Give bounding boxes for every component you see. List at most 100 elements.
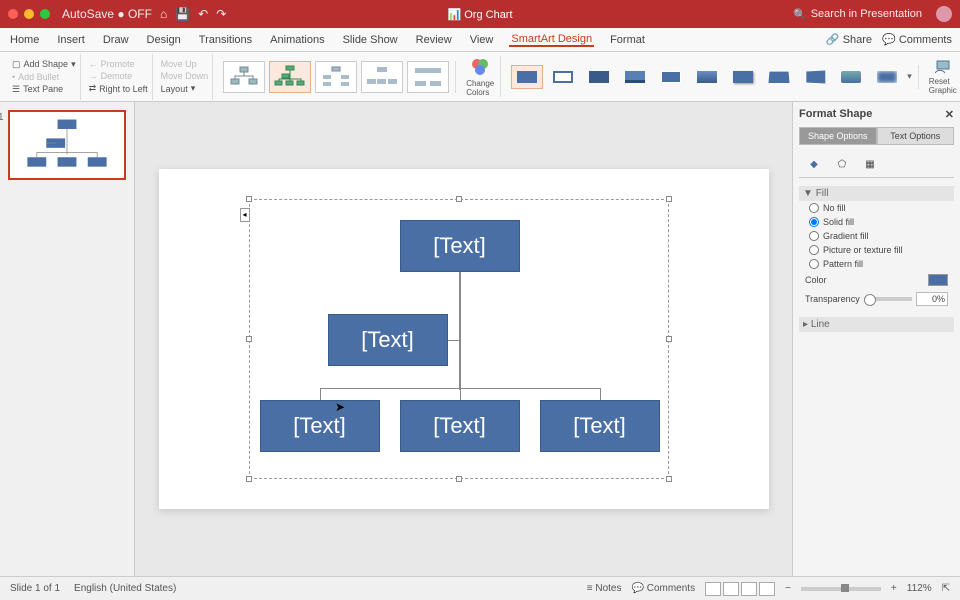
tab-home[interactable]: Home: [8, 34, 41, 46]
smartart-selection[interactable]: ◂ [Text] [Text] [Text] [Text] [Text]: [249, 199, 669, 479]
slide-thumbnail-1[interactable]: 1: [8, 110, 126, 180]
zoom-in-button[interactable]: +: [891, 583, 897, 594]
style-option-9[interactable]: [799, 65, 831, 89]
slide-indicator[interactable]: Slide 1 of 1: [10, 583, 60, 594]
undo-icon[interactable]: ↶: [198, 7, 208, 21]
tab-draw[interactable]: Draw: [101, 34, 131, 46]
fit-to-window-button[interactable]: ⇱: [942, 583, 950, 594]
style-option-5[interactable]: [655, 65, 687, 89]
style-gallery-more[interactable]: ▾: [907, 71, 912, 82]
slide[interactable]: ◂ [Text] [Text] [Text] [Text] [Text]: [159, 169, 769, 509]
text-pane-button[interactable]: ☰ Text Pane: [12, 84, 76, 95]
zoom-out-button[interactable]: −: [785, 583, 791, 594]
layout-option-3[interactable]: [315, 61, 357, 93]
layout-button[interactable]: Layout ▾: [161, 83, 209, 94]
comments-button[interactable]: 💬 Comments: [882, 33, 952, 46]
redo-icon[interactable]: ↷: [216, 7, 226, 21]
org-node-child-1[interactable]: [Text]: [260, 400, 380, 452]
layout-option-4[interactable]: [361, 61, 403, 93]
transparency-value[interactable]: 0%: [916, 292, 948, 306]
tab-transitions[interactable]: Transitions: [197, 34, 254, 46]
tab-slideshow[interactable]: Slide Show: [341, 34, 400, 46]
sorter-view-button[interactable]: [723, 582, 739, 596]
tab-design[interactable]: Design: [145, 34, 183, 46]
shape-options-tab[interactable]: Shape Options: [799, 127, 877, 145]
statusbar: Slide 1 of 1 English (United States) ≡ N…: [0, 576, 960, 600]
add-shape-button[interactable]: ▢ Add Shape ▾: [12, 59, 76, 70]
org-node-assistant[interactable]: [Text]: [328, 314, 448, 366]
no-fill-radio[interactable]: No fill: [799, 201, 954, 215]
pattern-fill-radio[interactable]: Pattern fill: [799, 257, 954, 271]
normal-view-button[interactable]: [705, 582, 721, 596]
comments-status-button[interactable]: 💬 Comments: [631, 583, 695, 594]
minimize-icon[interactable]: [24, 9, 34, 19]
text-pane-toggle[interactable]: ◂: [240, 208, 250, 222]
style-gallery: ▾: [505, 65, 919, 89]
picture-fill-radio[interactable]: Picture or texture fill: [799, 243, 954, 257]
resize-handle[interactable]: [456, 196, 462, 202]
window-controls[interactable]: [8, 9, 50, 19]
user-avatar[interactable]: [936, 6, 952, 22]
tab-view[interactable]: View: [468, 34, 496, 46]
tab-smartart-design[interactable]: SmartArt Design: [509, 33, 594, 47]
resize-handle[interactable]: [666, 196, 672, 202]
zoom-slider[interactable]: [801, 587, 881, 591]
home-icon[interactable]: ⌂: [160, 7, 167, 21]
style-option-1[interactable]: [511, 65, 543, 89]
search-box[interactable]: 🔍 Search in Presentation: [787, 6, 928, 23]
connector-line: [460, 388, 461, 400]
fill-section-header[interactable]: ▼ Fill: [799, 186, 954, 201]
style-option-4[interactable]: [619, 65, 651, 89]
style-option-11[interactable]: [871, 65, 903, 89]
zoom-level[interactable]: 112%: [907, 583, 932, 594]
gradient-fill-radio[interactable]: Gradient fill: [799, 229, 954, 243]
notes-button[interactable]: ≡ Notes: [587, 583, 622, 594]
tab-animations[interactable]: Animations: [268, 34, 326, 46]
resize-handle[interactable]: [666, 476, 672, 482]
fill-line-icon[interactable]: ◆: [805, 155, 823, 173]
org-node-child-3[interactable]: [Text]: [540, 400, 660, 452]
tab-insert[interactable]: Insert: [55, 34, 87, 46]
resize-handle[interactable]: [456, 476, 462, 482]
style-option-3[interactable]: [583, 65, 615, 89]
solid-fill-radio[interactable]: Solid fill: [799, 215, 954, 229]
close-icon[interactable]: [8, 9, 18, 19]
style-option-2[interactable]: [547, 65, 579, 89]
move-down-button: Move Down: [161, 71, 209, 81]
resize-handle[interactable]: [246, 476, 252, 482]
layout-option-5[interactable]: [407, 61, 449, 93]
layout-option-2[interactable]: [269, 61, 311, 93]
autosave-toggle[interactable]: AutoSave ● OFF: [62, 7, 152, 21]
effects-icon[interactable]: ⬠: [833, 155, 851, 173]
org-node-root[interactable]: [Text]: [400, 220, 520, 272]
style-option-10[interactable]: [835, 65, 867, 89]
line-section-header[interactable]: ▸ Line: [799, 317, 954, 332]
ribbon-group-hierarchy: ← Promote → Demote ⇄ Right to Left: [85, 54, 153, 100]
reset-graphic-button[interactable]: Reset Graphic: [929, 59, 957, 95]
maximize-icon[interactable]: [40, 9, 50, 19]
resize-handle[interactable]: [666, 336, 672, 342]
reading-view-button[interactable]: [741, 582, 757, 596]
resize-handle[interactable]: [246, 196, 252, 202]
demote-button: → Demote: [89, 71, 148, 81]
text-options-tab[interactable]: Text Options: [877, 127, 955, 145]
right-to-left-button[interactable]: ⇄ Right to Left: [89, 83, 148, 94]
resize-handle[interactable]: [246, 336, 252, 342]
tab-format[interactable]: Format: [608, 34, 647, 46]
style-option-6[interactable]: [691, 65, 723, 89]
share-button[interactable]: 🔗 Share: [826, 33, 872, 46]
language-indicator[interactable]: English (United States): [74, 583, 176, 594]
style-option-8[interactable]: [763, 65, 795, 89]
color-picker[interactable]: [928, 274, 948, 286]
tab-review[interactable]: Review: [414, 34, 454, 46]
close-pane-icon[interactable]: ✕: [945, 108, 954, 121]
transparency-slider[interactable]: [864, 297, 912, 301]
slideshow-view-button[interactable]: [759, 582, 775, 596]
canvas[interactable]: ◂ [Text] [Text] [Text] [Text] [Text] ➤: [135, 102, 792, 576]
save-icon[interactable]: 💾: [175, 7, 190, 21]
change-colors-button[interactable]: Change Colors: [460, 56, 501, 97]
size-properties-icon[interactable]: ▦: [861, 155, 879, 173]
org-node-child-2[interactable]: [Text]: [400, 400, 520, 452]
layout-option-1[interactable]: [223, 61, 265, 93]
style-option-7[interactable]: [727, 65, 759, 89]
